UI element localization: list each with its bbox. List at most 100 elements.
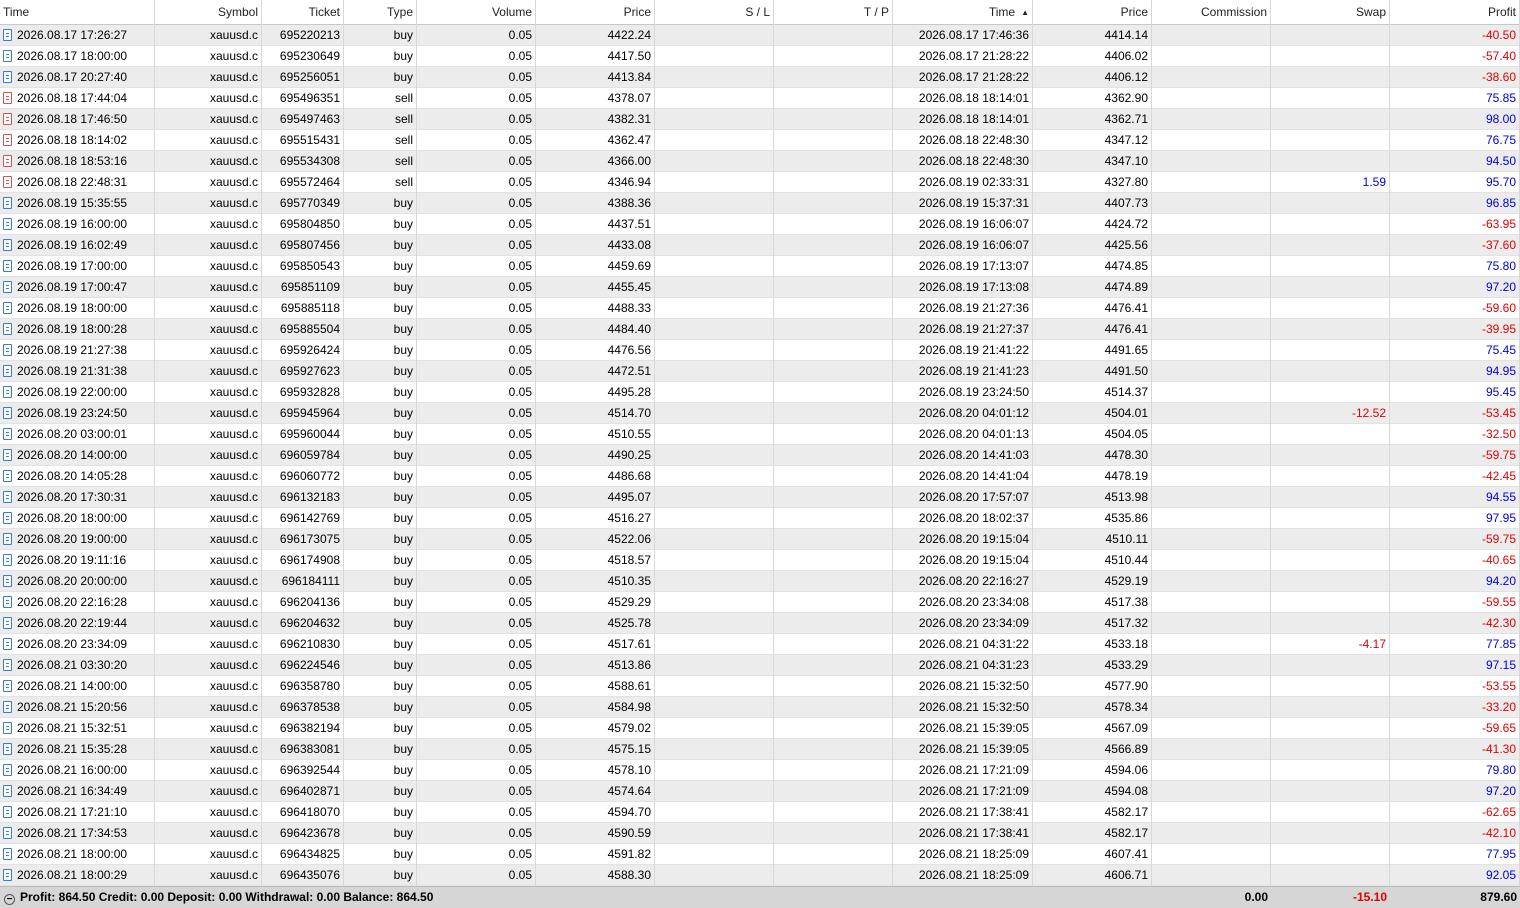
table-row[interactable]: 2026.08.19 21:27:38 xauusd.c 695926424 buy 0… bbox=[0, 340, 1520, 361]
column-header-swap[interactable]: Swap bbox=[1271, 0, 1390, 25]
column-header-ticket[interactable]: Ticket bbox=[262, 0, 344, 25]
cell-close-time: 2026.08.21 17:38:41 bbox=[893, 823, 1033, 844]
column-header-type[interactable]: Type bbox=[344, 0, 417, 25]
column-header-profit[interactable]: Profit bbox=[1390, 0, 1520, 25]
cell-symbol: xauusd.c bbox=[155, 634, 262, 655]
cell-text: 2026.08.20 04:01:12 bbox=[918, 406, 1029, 420]
table-row[interactable]: 2026.08.17 18:00:00 xauusd.c 695230649 buy 0… bbox=[0, 46, 1520, 67]
table-row[interactable]: 2026.08.20 22:16:28 xauusd.c 696204136 buy 0… bbox=[0, 592, 1520, 613]
table-row[interactable]: 2026.08.20 17:30:31 xauusd.c 696132183 buy 0… bbox=[0, 487, 1520, 508]
column-header-volume[interactable]: Volume bbox=[417, 0, 536, 25]
cell-open-time: 2026.08.18 18:14:02 bbox=[0, 130, 155, 151]
cell-text: 4504.05 bbox=[1104, 427, 1148, 441]
cell-swap: -4.17 bbox=[1271, 634, 1390, 655]
cell-text: 696418070 bbox=[279, 805, 340, 819]
table-row[interactable]: 2026.08.21 15:32:51 xauusd.c 696382194 buy 0… bbox=[0, 718, 1520, 739]
table-row[interactable]: 2026.08.20 14:05:28 xauusd.c 696060772 buy 0… bbox=[0, 466, 1520, 487]
table-row[interactable]: 2026.08.17 20:27:40 xauusd.c 695256051 buy 0… bbox=[0, 67, 1520, 88]
column-header-close-time[interactable]: Time ▲ bbox=[893, 0, 1033, 25]
table-row[interactable]: 2026.08.19 16:00:00 xauusd.c 695804850 buy 0… bbox=[0, 214, 1520, 235]
table-row[interactable]: 2026.08.19 18:00:00 xauusd.c 695885118 buy 0… bbox=[0, 298, 1520, 319]
table-row[interactable]: 2026.08.17 17:26:27 xauusd.c 695220213 buy 0… bbox=[0, 25, 1520, 46]
cell-profit: 96.85 bbox=[1390, 193, 1520, 214]
cell-ticket: 696382194 bbox=[262, 718, 344, 739]
cell-text: 2026.08.21 18:00:00 bbox=[17, 847, 128, 861]
cell-text: buy bbox=[393, 721, 413, 735]
column-header-sl[interactable]: S / L bbox=[655, 0, 774, 25]
cell-text: 4491.65 bbox=[1104, 343, 1148, 357]
cell-swap bbox=[1271, 445, 1390, 466]
table-row[interactable]: 2026.08.19 16:02:49 xauusd.c 695807456 buy 0… bbox=[0, 235, 1520, 256]
table-row[interactable]: 2026.08.21 16:34:49 xauusd.c 696402871 buy 0… bbox=[0, 781, 1520, 802]
cell-text: 0.05 bbox=[508, 868, 532, 882]
cell-open-time: 2026.08.21 18:00:00 bbox=[0, 844, 155, 865]
cell-volume: 0.05 bbox=[417, 571, 536, 592]
table-row[interactable]: 2026.08.21 16:00:00 xauusd.c 696392544 buy 0… bbox=[0, 760, 1520, 781]
cell-text: 4594.06 bbox=[1104, 763, 1148, 777]
table-row[interactable]: 2026.08.18 18:53:16 xauusd.c 695534308 sell… bbox=[0, 151, 1520, 172]
cell-tp bbox=[774, 214, 893, 235]
collapse-circle-icon[interactable]: − bbox=[4, 894, 15, 905]
table-row[interactable]: 2026.08.19 17:00:47 xauusd.c 695851109 buy 0… bbox=[0, 277, 1520, 298]
table-row[interactable]: 2026.08.21 17:34:53 xauusd.c 696423678 buy 0… bbox=[0, 823, 1520, 844]
table-row[interactable]: 2026.08.20 20:00:00 xauusd.c 696184111 buy 0… bbox=[0, 571, 1520, 592]
cell-text: 4513.98 bbox=[1104, 490, 1148, 504]
table-row[interactable]: 2026.08.20 23:34:09 xauusd.c 696210830 buy 0… bbox=[0, 634, 1520, 655]
table-row[interactable]: 2026.08.19 17:00:00 xauusd.c 695850543 buy 0… bbox=[0, 256, 1520, 277]
table-row[interactable]: 2026.08.20 19:11:16 xauusd.c 696174908 buy 0… bbox=[0, 550, 1520, 571]
column-header-commission[interactable]: Commission bbox=[1152, 0, 1271, 25]
table-row[interactable]: 2026.08.18 17:44:04 xauusd.c 695496351 sell… bbox=[0, 88, 1520, 109]
cell-swap: 1.59 bbox=[1271, 172, 1390, 193]
cell-tp bbox=[774, 319, 893, 340]
table-row[interactable]: 2026.08.21 18:00:00 xauusd.c 696434825 buy 0… bbox=[0, 844, 1520, 865]
table-row[interactable]: 2026.08.19 22:00:00 xauusd.c 695932828 buy 0… bbox=[0, 382, 1520, 403]
cell-volume: 0.05 bbox=[417, 277, 536, 298]
cell-open-time: 2026.08.19 18:00:28 bbox=[0, 319, 155, 340]
cell-ticket: 696173075 bbox=[262, 529, 344, 550]
table-row[interactable]: 2026.08.20 19:00:00 xauusd.c 696173075 buy 0… bbox=[0, 529, 1520, 550]
cell-swap bbox=[1271, 865, 1390, 886]
column-header-symbol[interactable]: Symbol bbox=[155, 0, 262, 25]
table-row[interactable]: 2026.08.20 22:19:44 xauusd.c 696204632 buy 0… bbox=[0, 613, 1520, 634]
table-row[interactable]: 2026.08.21 15:20:56 xauusd.c 696378538 buy 0… bbox=[0, 697, 1520, 718]
cell-volume: 0.05 bbox=[417, 403, 536, 424]
table-row[interactable]: 2026.08.20 03:00:01 xauusd.c 695960044 buy 0… bbox=[0, 424, 1520, 445]
table-row[interactable]: 2026.08.21 15:35:28 xauusd.c 696383081 buy 0… bbox=[0, 739, 1520, 760]
table-row[interactable]: 2026.08.21 03:30:20 xauusd.c 696224546 buy 0… bbox=[0, 655, 1520, 676]
column-header-close-price[interactable]: Price bbox=[1033, 0, 1152, 25]
cell-close-price: 4535.86 bbox=[1033, 508, 1152, 529]
cell-tp bbox=[774, 550, 893, 571]
table-row[interactable]: 2026.08.19 21:31:38 xauusd.c 695927623 buy 0… bbox=[0, 361, 1520, 382]
cell-open-time: 2026.08.19 21:27:38 bbox=[0, 340, 155, 361]
cell-symbol: xauusd.c bbox=[155, 193, 262, 214]
cell-open-price: 4510.35 bbox=[536, 571, 655, 592]
cell-open-price: 4382.31 bbox=[536, 109, 655, 130]
table-row[interactable]: 2026.08.21 18:00:29 xauusd.c 696435076 buy 0… bbox=[0, 865, 1520, 886]
table-row[interactable]: 2026.08.18 18:14:02 xauusd.c 695515431 sell… bbox=[0, 130, 1520, 151]
cell-sl bbox=[655, 67, 774, 88]
cell-text: 0.05 bbox=[508, 700, 532, 714]
table-row[interactable]: 2026.08.21 17:21:10 xauusd.c 696418070 buy 0… bbox=[0, 802, 1520, 823]
cell-tp bbox=[774, 256, 893, 277]
cell-text: xauusd.c bbox=[209, 805, 258, 819]
cell-commission bbox=[1152, 25, 1271, 46]
cell-open-time: 2026.08.20 22:16:28 bbox=[0, 592, 155, 613]
table-row[interactable]: 2026.08.18 17:46:50 xauusd.c 695497463 sell… bbox=[0, 109, 1520, 130]
column-header-tp[interactable]: T / P bbox=[774, 0, 893, 25]
cell-text: 696059784 bbox=[279, 448, 340, 462]
table-row[interactable]: 2026.08.19 23:24:50 xauusd.c 695945964 buy 0… bbox=[0, 403, 1520, 424]
table-row[interactable]: 2026.08.18 22:48:31 xauusd.c 695572464 sell… bbox=[0, 172, 1520, 193]
column-header-open-price[interactable]: Price bbox=[536, 0, 655, 25]
table-row[interactable]: 2026.08.19 18:00:28 xauusd.c 695885504 buy 0… bbox=[0, 319, 1520, 340]
cell-type: buy bbox=[344, 529, 417, 550]
table-row[interactable]: 2026.08.20 14:00:00 xauusd.c 696059784 buy 0… bbox=[0, 445, 1520, 466]
cell-text: 2026.08.21 17:34:53 bbox=[17, 826, 128, 840]
table-row[interactable]: 2026.08.21 14:00:00 xauusd.c 696358780 buy 0… bbox=[0, 676, 1520, 697]
table-row[interactable]: 2026.08.20 18:00:00 xauusd.c 696142769 buy 0… bbox=[0, 508, 1520, 529]
column-header-open-time[interactable]: Time bbox=[0, 0, 155, 25]
cell-volume: 0.05 bbox=[417, 655, 536, 676]
cell-profit: 79.80 bbox=[1390, 760, 1520, 781]
cell-text: 2026.08.17 21:28:22 bbox=[918, 49, 1029, 63]
buy-deal-icon bbox=[3, 680, 12, 692]
table-row[interactable]: 2026.08.19 15:35:55 xauusd.c 695770349 buy 0… bbox=[0, 193, 1520, 214]
